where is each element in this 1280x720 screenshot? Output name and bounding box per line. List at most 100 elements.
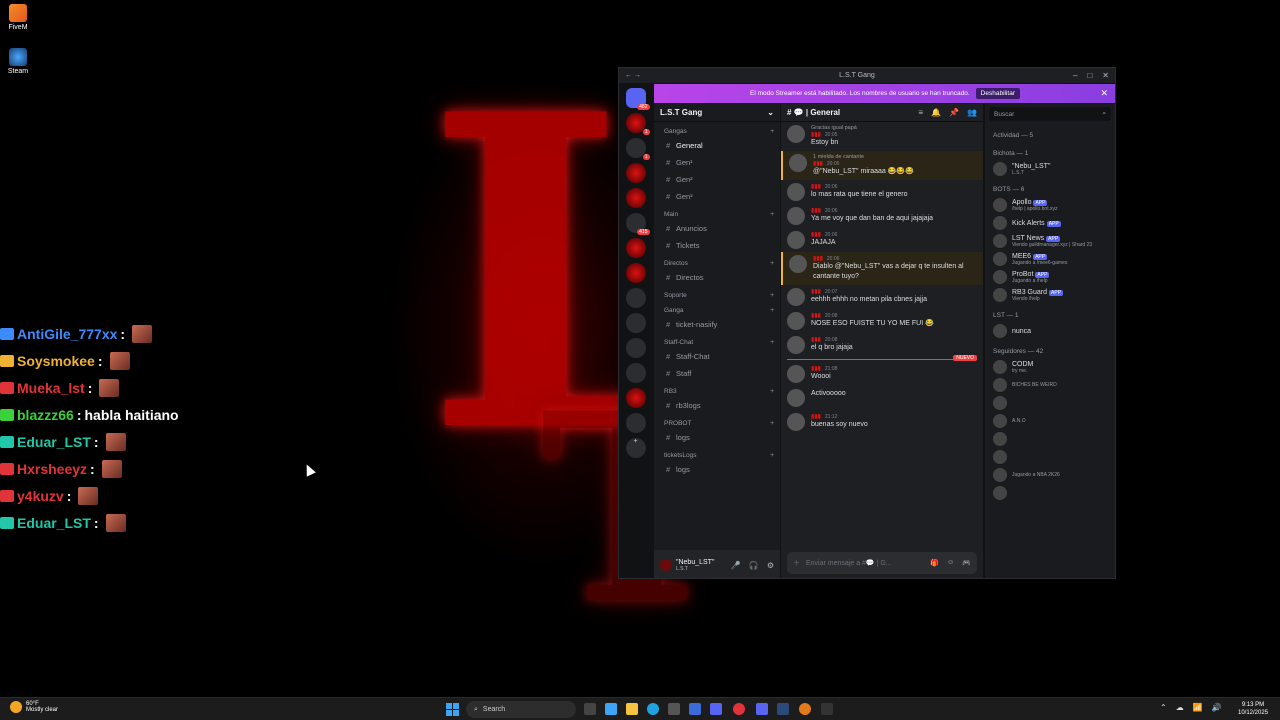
avatar[interactable] (787, 207, 805, 225)
avatar[interactable] (787, 389, 805, 407)
member-item[interactable] (985, 394, 1115, 412)
member-item[interactable]: LST News APP Viendo guildmanager.xyz | Sha… (985, 232, 1115, 250)
add-server-icon[interactable]: + (625, 438, 646, 458)
member-item[interactable]: nunca (985, 322, 1115, 340)
server-icon[interactable] (625, 288, 646, 308)
member-item[interactable]: BICHES BE WEIRD (985, 376, 1115, 394)
add-channel-icon[interactable]: + (770, 128, 774, 135)
member-item[interactable]: Jugando a NBA 2K26 (985, 466, 1115, 484)
channel-item[interactable]: # Gen³ (654, 188, 780, 205)
server-icon[interactable] (625, 188, 646, 208)
channel-category[interactable]: Main + (654, 205, 780, 220)
headphones-icon[interactable]: 🎧 (749, 561, 759, 570)
threads-icon[interactable]: ≡ (918, 108, 923, 117)
search-input[interactable]: Buscar ⌕ (989, 107, 1111, 121)
member-item[interactable]: Kick Alerts APP (985, 214, 1115, 232)
gift-icon[interactable]: 🎁 (930, 559, 939, 567)
add-channel-icon[interactable]: + (770, 292, 774, 299)
minimize-icon[interactable]: – (1073, 71, 1077, 80)
server-icon[interactable] (625, 263, 646, 283)
channel-category[interactable]: Ganga + (654, 301, 780, 316)
settings-gear-icon[interactable]: ⚙ (767, 561, 774, 570)
file-explorer-icon[interactable] (626, 703, 638, 715)
channel-category[interactable]: PROBOT + (654, 414, 780, 429)
avatar[interactable] (789, 154, 807, 172)
steam-taskbar-icon[interactable] (777, 703, 789, 715)
channel-item[interactable]: # Staff-Chat (654, 348, 780, 365)
pin-icon[interactable]: 📌 (949, 108, 959, 117)
server-icon[interactable]: 1 (625, 113, 650, 135)
taskbar-search[interactable]: ⌕ Search (466, 701, 576, 718)
server-icon[interactable] (625, 238, 646, 258)
channel-item[interactable]: # logs (654, 429, 780, 446)
avatar[interactable] (787, 413, 805, 431)
weather-widget[interactable]: 60°F Mostly clear (10, 701, 58, 713)
members-icon[interactable]: 👥 (967, 108, 977, 117)
cloud-icon[interactable]: ☁ (1176, 703, 1184, 712)
back-arrow-icon[interactable]: ← → (625, 72, 641, 79)
member-item[interactable]: CODM try me. (985, 358, 1115, 376)
member-item[interactable] (985, 448, 1115, 466)
member-item[interactable]: Apollo APP/help | apollo.bot.xyz (985, 196, 1115, 214)
server-icon[interactable] (625, 338, 646, 358)
add-channel-icon[interactable]: + (770, 452, 774, 459)
channel-category[interactable]: ticketsLogs + (654, 446, 780, 461)
avatar[interactable] (787, 125, 805, 143)
member-item[interactable] (985, 484, 1115, 502)
gamepad-icon[interactable]: 🎮 (962, 559, 971, 567)
member-item[interactable]: RB3 Guard APP Viendo /help (985, 286, 1115, 304)
channel-item[interactable]: # Anuncios (654, 220, 780, 237)
bell-icon[interactable]: 🔔 (931, 108, 941, 117)
channel-item[interactable]: # ticket-nasiify (654, 316, 780, 333)
avatar[interactable] (787, 183, 805, 201)
channel-item[interactable]: # Staff (654, 365, 780, 382)
desktop-icon-fivem[interactable]: FiveM (0, 4, 36, 31)
copilot-icon[interactable] (605, 703, 617, 715)
server-icon[interactable] (625, 413, 646, 433)
add-channel-icon[interactable]: + (770, 307, 774, 314)
server-icon[interactable] (625, 388, 646, 408)
maximize-icon[interactable]: □ (1087, 71, 1092, 80)
channel-item[interactable]: # Gen² (654, 171, 780, 188)
app-icon[interactable] (689, 703, 701, 715)
avatar[interactable] (789, 255, 807, 273)
network-icon[interactable]: 📶 (1193, 703, 1203, 712)
desktop-icon-steam[interactable]: Steam (0, 48, 36, 75)
server-icon[interactable] (625, 363, 646, 383)
channel-category[interactable]: Soporte + (654, 286, 780, 301)
microphone-icon[interactable]: 🎤 (731, 561, 741, 570)
avatar[interactable] (787, 231, 805, 249)
add-channel-icon[interactable]: + (770, 339, 774, 346)
add-channel-icon[interactable]: + (770, 388, 774, 395)
channel-category[interactable]: RB3 + (654, 382, 780, 397)
chrome-icon[interactable] (733, 703, 745, 715)
chevron-up-icon[interactable]: ⌃ (1160, 703, 1167, 712)
add-channel-icon[interactable]: + (770, 211, 774, 218)
add-attachment-icon[interactable]: ＋ (793, 558, 800, 568)
member-item[interactable]: "Nebu_LST" L.S.T (985, 160, 1115, 178)
task-view-icon[interactable] (584, 703, 596, 715)
add-channel-icon[interactable]: + (770, 420, 774, 427)
server-icon[interactable]: 415 (625, 213, 650, 235)
channel-item[interactable]: # Directos (654, 269, 780, 286)
terminal-icon[interactable] (821, 703, 833, 715)
message-composer[interactable]: ＋ Enviar mensaje a #💬 | G... 🎁 ☺ 🎮 (787, 552, 977, 574)
member-item[interactable]: A.N.O (985, 412, 1115, 430)
server-icon[interactable]: 482 (625, 88, 650, 110)
edge-icon[interactable] (647, 703, 659, 715)
disable-streamer-button[interactable]: Deshabilitar (975, 88, 1020, 99)
discord-icon[interactable] (756, 703, 768, 715)
channel-category[interactable]: Staff-Chat + (654, 333, 780, 348)
taskbar-clock[interactable]: 9:13 PM 10/12/2025 (1238, 701, 1268, 717)
avatar[interactable] (787, 288, 805, 306)
avatar[interactable] (660, 559, 672, 571)
server-icon[interactable] (625, 313, 646, 333)
store-icon[interactable] (668, 703, 680, 715)
member-item[interactable] (985, 430, 1115, 448)
close-icon[interactable]: ✕ (1102, 71, 1109, 80)
server-icon[interactable] (625, 163, 646, 183)
channel-item[interactable]: # rb3logs (654, 397, 780, 414)
avatar[interactable] (787, 312, 805, 330)
emoji-icon[interactable]: ☺ (947, 559, 954, 567)
member-item[interactable]: ProBot APP Jugando a /help (985, 268, 1115, 286)
